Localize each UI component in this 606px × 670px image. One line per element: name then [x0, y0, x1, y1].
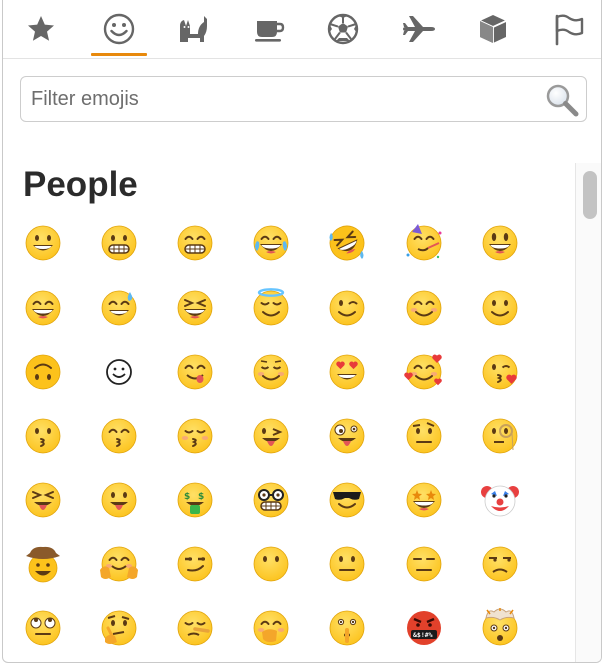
emoji-button[interactable]: [165, 539, 225, 589]
emoji-button[interactable]: [394, 218, 454, 268]
emoji-button[interactable]: [165, 411, 225, 461]
emoji-button[interactable]: [241, 218, 301, 268]
emoji-button[interactable]: [241, 283, 301, 333]
emoji-button[interactable]: $ $: [165, 475, 225, 525]
emoji-button[interactable]: [317, 475, 377, 525]
emoji-button[interactable]: [13, 603, 73, 653]
emoji-button[interactable]: [13, 475, 73, 525]
emoji-button[interactable]: [89, 603, 149, 653]
emoji-button[interactable]: [470, 411, 530, 461]
emoji-button[interactable]: [317, 218, 377, 268]
emoji-button[interactable]: [89, 411, 149, 461]
emoji-button[interactable]: [13, 539, 73, 589]
emoji-button[interactable]: [241, 347, 301, 397]
emoji-button[interactable]: [470, 283, 530, 333]
emoji-button[interactable]: [470, 603, 530, 653]
emoji-button[interactable]: [13, 411, 73, 461]
emoji-button[interactable]: [470, 347, 530, 397]
emoji-button[interactable]: [394, 475, 454, 525]
emoji-button[interactable]: &$!#%: [394, 603, 454, 653]
emoji-button[interactable]: [89, 218, 149, 268]
emoji-button[interactable]: [470, 539, 530, 589]
emoji-button[interactable]: [394, 347, 454, 397]
emoji-button[interactable]: [89, 283, 149, 333]
emoji-picker: $$ &$!#% People: [2, 0, 602, 663]
emoji-button[interactable]: [165, 347, 225, 397]
emoji-button[interactable]: [89, 539, 149, 589]
emoji-button[interactable]: [13, 283, 73, 333]
emoji-button[interactable]: [165, 603, 225, 653]
emoji-button[interactable]: [241, 475, 301, 525]
emoji-button[interactable]: [317, 411, 377, 461]
scrollbar-thumb[interactable]: [583, 171, 597, 219]
emoji-button[interactable]: [394, 411, 454, 461]
emoji-button[interactable]: [317, 283, 377, 333]
emoji-button[interactable]: [241, 539, 301, 589]
scrollbar-track[interactable]: [575, 163, 601, 662]
emoji-button[interactable]: [241, 411, 301, 461]
emoji-button[interactable]: [394, 283, 454, 333]
emoji-button[interactable]: [165, 218, 225, 268]
emoji-button[interactable]: [241, 603, 301, 653]
emoji-grid: $ $ &$!#%: [3, 0, 573, 662]
emoji-button[interactable]: [89, 475, 149, 525]
emoji-button[interactable]: [165, 283, 225, 333]
emoji-button[interactable]: [13, 347, 73, 397]
svg-text:$: $: [184, 492, 190, 502]
emoji-button[interactable]: [317, 347, 377, 397]
emoji-button[interactable]: [89, 347, 149, 397]
emoji-button[interactable]: [13, 218, 73, 268]
emoji-button[interactable]: [317, 603, 377, 653]
svg-text:$: $: [198, 492, 204, 502]
svg-text:&$!#%: &$!#%: [413, 631, 433, 639]
emoji-button[interactable]: [470, 475, 530, 525]
emoji-button[interactable]: [394, 539, 454, 589]
section-title: People: [23, 165, 138, 204]
emoji-button[interactable]: [470, 218, 530, 268]
emoji-button[interactable]: [317, 539, 377, 589]
